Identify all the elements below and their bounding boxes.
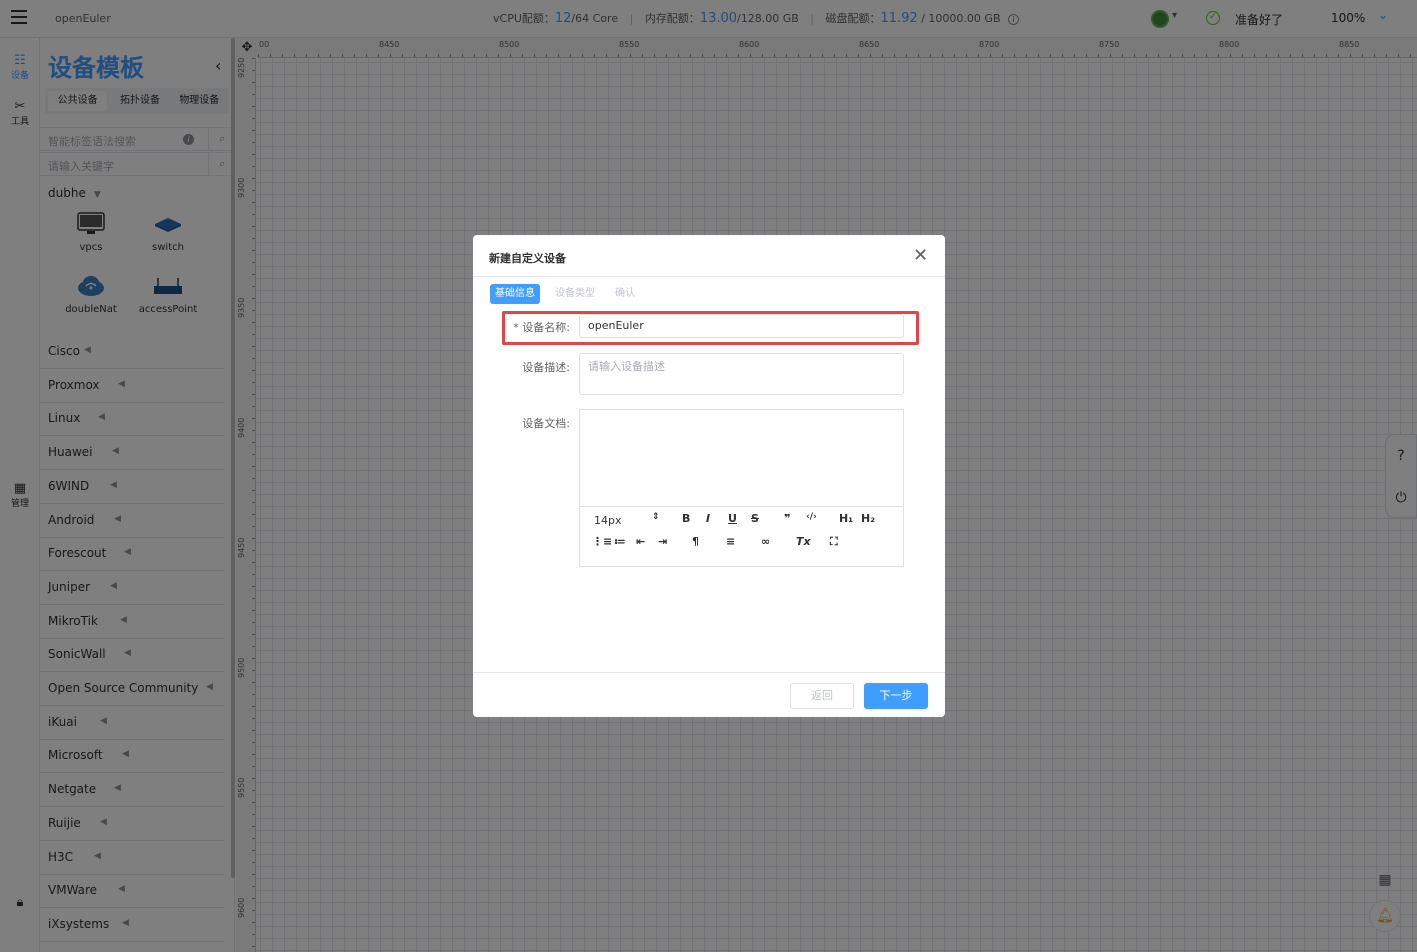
device-desc-textarea[interactable]: 请输入设备描述 bbox=[579, 353, 904, 395]
dialog-footer: 返回 下一步 bbox=[473, 672, 945, 717]
bold-icon[interactable]: B bbox=[682, 512, 690, 525]
dialog-header: 新建自定义设备 ✕ bbox=[473, 235, 945, 277]
font-size-select[interactable]: 14px bbox=[594, 514, 622, 527]
select-arrows-icon[interactable]: ⇕ bbox=[652, 512, 660, 522]
doc-rich-editor: 14px ⇕ B I U S ❞ ‹/› H₁ H₂ ⋮≡ ≔ ⇤ ⇥ ¶ ≡ … bbox=[579, 409, 904, 567]
italic-icon[interactable]: I bbox=[706, 512, 710, 525]
heading2-icon[interactable]: H₂ bbox=[861, 512, 875, 525]
device-doc-label: 设备文档: bbox=[522, 417, 570, 430]
editor-toolbar-row1: 14px ⇕ B I U S ❞ ‹/› H₁ H₂ bbox=[580, 507, 903, 533]
align-icon[interactable]: ≡ bbox=[726, 535, 735, 548]
text-direction-icon[interactable]: ¶ bbox=[692, 535, 699, 548]
step-basic-info[interactable]: 基础信息 bbox=[490, 284, 540, 304]
editor-toolbar-row2: ⋮≡ ≔ ⇤ ⇥ ¶ ≡ ∞ Tx ⛶ bbox=[580, 533, 903, 559]
device-name-label: * 设备名称: bbox=[513, 321, 570, 334]
underline-icon[interactable]: U bbox=[728, 512, 737, 525]
code-icon[interactable]: ‹/› bbox=[806, 512, 817, 522]
step-device-type[interactable]: 设备类型 bbox=[550, 284, 600, 304]
close-icon[interactable]: ✕ bbox=[913, 245, 928, 266]
bullet-list-icon[interactable]: ≔ bbox=[614, 535, 626, 548]
ordered-list-icon[interactable]: ⋮≡ bbox=[592, 535, 612, 548]
link-icon[interactable]: ∞ bbox=[761, 535, 770, 548]
fullscreen-icon[interactable]: ⛶ bbox=[830, 535, 838, 549]
strikethrough-icon[interactable]: S bbox=[751, 512, 759, 525]
next-button[interactable]: 下一步 bbox=[864, 683, 928, 709]
quote-icon[interactable]: ❞ bbox=[784, 512, 790, 525]
device-desc-label: 设备描述: bbox=[522, 361, 570, 374]
clear-format-icon[interactable]: Tx bbox=[796, 535, 811, 548]
dialog-title: 新建自定义设备 bbox=[489, 252, 566, 265]
outdent-icon[interactable]: ⇤ bbox=[636, 535, 645, 548]
new-custom-device-dialog: 新建自定义设备 ✕ 基础信息 设备类型 确认 * 设备名称: openEuler… bbox=[473, 235, 945, 717]
indent-icon[interactable]: ⇥ bbox=[658, 535, 667, 548]
back-button[interactable]: 返回 bbox=[790, 683, 854, 709]
editor-content-area[interactable] bbox=[580, 410, 903, 507]
device-name-input[interactable]: openEuler bbox=[579, 314, 904, 338]
heading1-icon[interactable]: H₁ bbox=[839, 512, 853, 525]
step-tabs: 基础信息 设备类型 确认 bbox=[490, 284, 650, 304]
step-confirm[interactable]: 确认 bbox=[610, 284, 640, 304]
